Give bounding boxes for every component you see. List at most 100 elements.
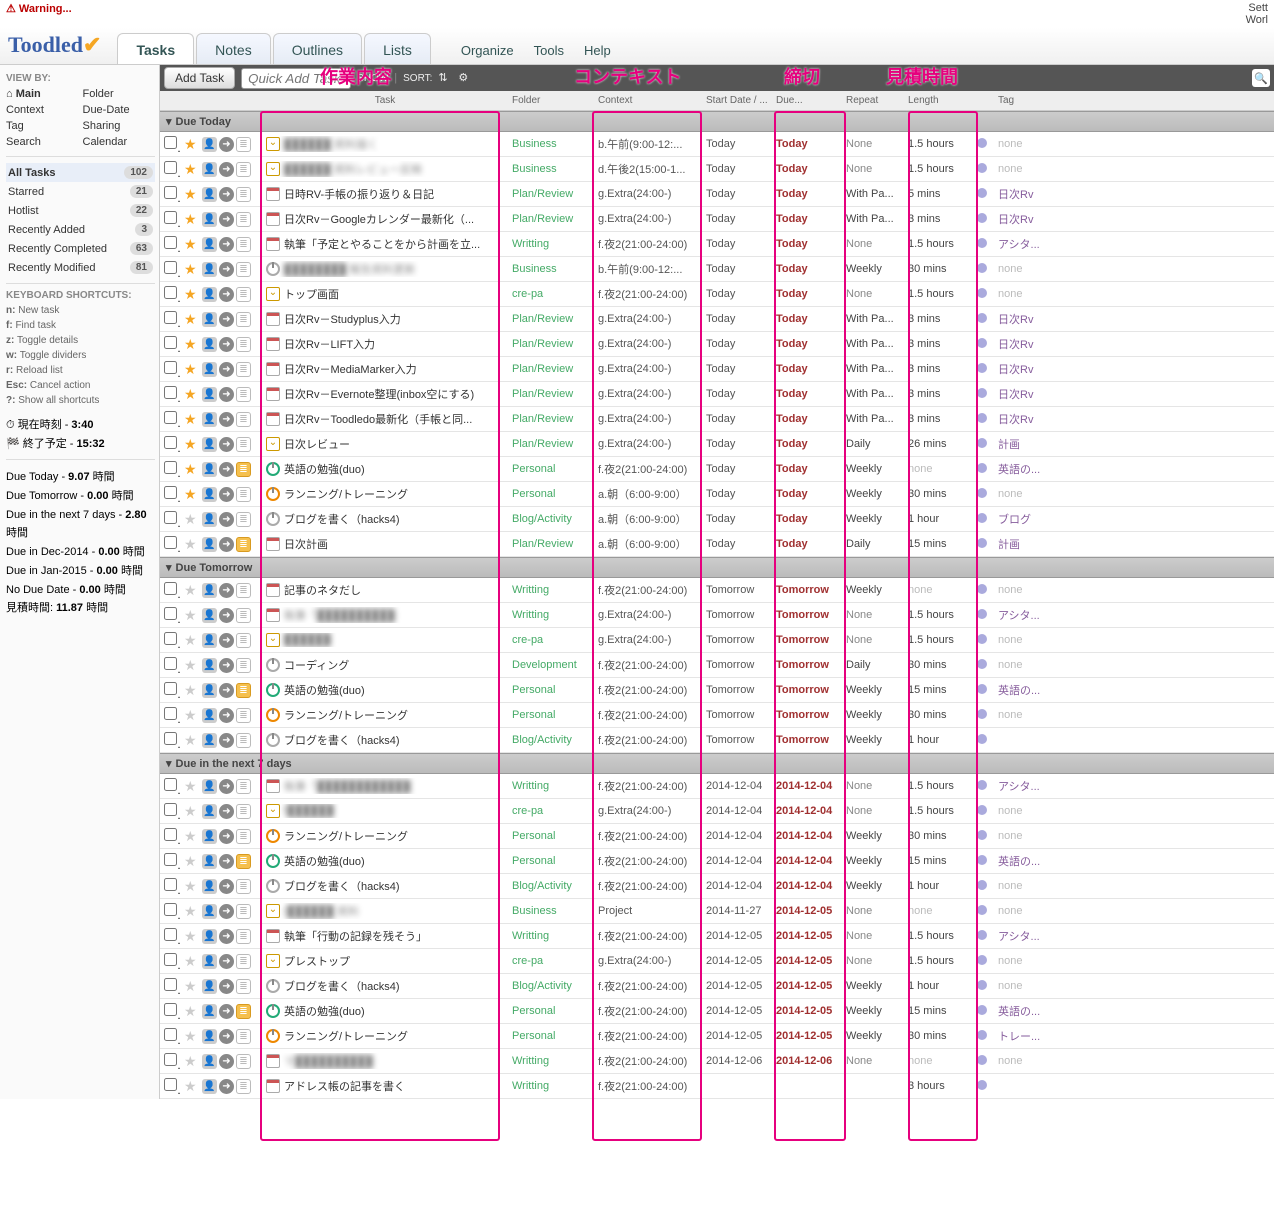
- task-due[interactable]: Today: [772, 413, 842, 425]
- col-start[interactable]: Start Date / ...: [702, 95, 772, 106]
- note-icon[interactable]: ≣: [236, 954, 251, 969]
- note-icon[interactable]: ≣: [236, 437, 251, 452]
- timer-dot-icon[interactable]: [977, 388, 987, 398]
- note-icon[interactable]: ≣: [236, 187, 251, 202]
- task-folder[interactable]: Plan/Review: [508, 188, 594, 200]
- viewby-due-date[interactable]: Due-Date: [83, 102, 156, 118]
- timer-dot-icon[interactable]: [977, 830, 987, 840]
- note-icon[interactable]: ≣: [236, 212, 251, 227]
- task-folder[interactable]: cre-pa: [508, 634, 594, 646]
- task-length[interactable]: 1 hour: [904, 513, 970, 525]
- star-icon[interactable]: ★: [180, 361, 198, 378]
- assign-icon[interactable]: 👤: [202, 979, 217, 994]
- task-start[interactable]: Today: [702, 188, 772, 200]
- task-context[interactable]: g.Extra(24:00-): [594, 338, 702, 350]
- task-repeat[interactable]: None: [842, 288, 904, 300]
- timer-dot-icon[interactable]: [977, 538, 987, 548]
- task-length[interactable]: none: [904, 905, 970, 917]
- task-start[interactable]: 2014-12-05: [702, 955, 772, 967]
- assign-icon[interactable]: 👤: [202, 733, 217, 748]
- note-icon[interactable]: ≣: [236, 337, 251, 352]
- task-start[interactable]: 2014-12-04: [702, 805, 772, 817]
- task-length[interactable]: 1.5 hours: [904, 163, 970, 175]
- task-repeat[interactable]: Weekly: [842, 684, 904, 696]
- task-length[interactable]: 1.5 hours: [904, 138, 970, 150]
- task-start[interactable]: Today: [702, 338, 772, 350]
- task-tag[interactable]: none: [994, 709, 1054, 721]
- task-context[interactable]: g.Extra(24:00-): [594, 188, 702, 200]
- task-due[interactable]: Today: [772, 538, 842, 550]
- task-due[interactable]: Today: [772, 188, 842, 200]
- task-tag[interactable]: none: [994, 955, 1054, 967]
- col-tag[interactable]: Tag: [994, 95, 1054, 106]
- assign-icon[interactable]: 👤: [202, 162, 217, 177]
- task-start[interactable]: Today: [702, 363, 772, 375]
- action-icon[interactable]: ➜: [219, 733, 234, 748]
- task-length[interactable]: 5 mins: [904, 188, 970, 200]
- task-length[interactable]: 15 mins: [904, 1005, 970, 1017]
- task-tag[interactable]: アシタ...: [994, 236, 1054, 252]
- task-tag[interactable]: none: [994, 805, 1054, 817]
- task-tag[interactable]: 計画: [994, 436, 1054, 452]
- task-due[interactable]: 2014-12-05: [772, 905, 842, 917]
- note-icon[interactable]: ≣: [236, 879, 251, 894]
- task-repeat[interactable]: Weekly: [842, 709, 904, 721]
- task-due[interactable]: Today: [772, 463, 842, 475]
- note-icon[interactable]: ≣: [236, 237, 251, 252]
- star-icon[interactable]: ★: [180, 1053, 198, 1070]
- task-repeat[interactable]: None: [842, 780, 904, 792]
- assign-icon[interactable]: 👤: [202, 1054, 217, 1069]
- action-icon[interactable]: ➜: [219, 1004, 234, 1019]
- complete-checkbox[interactable]: [164, 536, 177, 549]
- task-tag[interactable]: none: [994, 488, 1054, 500]
- complete-checkbox[interactable]: [164, 778, 177, 791]
- task-start[interactable]: 2014-12-05: [702, 930, 772, 942]
- assign-icon[interactable]: 👤: [202, 462, 217, 477]
- task-due[interactable]: Tomorrow: [772, 584, 842, 596]
- star-icon[interactable]: ★: [180, 582, 198, 599]
- task-context[interactable]: g.Extra(24:00-): [594, 213, 702, 225]
- complete-checkbox[interactable]: [164, 607, 177, 620]
- col-context[interactable]: Context: [594, 95, 702, 106]
- star-icon[interactable]: ★: [180, 1028, 198, 1045]
- note-icon[interactable]: ≣: [236, 804, 251, 819]
- note-icon[interactable]: ≣: [236, 904, 251, 919]
- task-tag[interactable]: none: [994, 634, 1054, 646]
- assign-icon[interactable]: 👤: [202, 387, 217, 402]
- task-context[interactable]: f.夜2(21:00-24:00): [594, 1028, 702, 1044]
- task-due[interactable]: Today: [772, 213, 842, 225]
- task-length[interactable]: 1.5 hours: [904, 805, 970, 817]
- task-start[interactable]: 2014-12-04: [702, 880, 772, 892]
- task-folder[interactable]: Development: [508, 659, 594, 671]
- timer-dot-icon[interactable]: [977, 684, 987, 694]
- action-icon[interactable]: ➜: [219, 608, 234, 623]
- task-folder[interactable]: cre-pa: [508, 955, 594, 967]
- task-start[interactable]: 2014-12-04: [702, 855, 772, 867]
- task-context[interactable]: b.午前(9:00-12:...: [594, 136, 702, 152]
- task-row[interactable]: ★👤➜≣日次レビューPlan/Reviewg.Extra(24:00-)Toda…: [160, 432, 1274, 457]
- task-row[interactable]: ★👤➜≣執筆「████████████Writtingf.夜2(21:00-24…: [160, 774, 1274, 799]
- complete-checkbox[interactable]: [164, 311, 177, 324]
- task-row[interactable]: ★👤➜≣コーディングDevelopmentf.夜2(21:00-24:00)To…: [160, 653, 1274, 678]
- task-tag[interactable]: 英語の...: [994, 1003, 1054, 1019]
- task-start[interactable]: Tomorrow: [702, 709, 772, 721]
- task-tag[interactable]: none: [994, 659, 1054, 671]
- action-icon[interactable]: ➜: [219, 137, 234, 152]
- note-icon[interactable]: ≣: [236, 633, 251, 648]
- filter-hotlist[interactable]: Hotlist22: [6, 201, 155, 220]
- tab-lists[interactable]: Lists: [364, 33, 431, 64]
- task-row[interactable]: ★👤➜≣日次Rv－MediaMarker入力Plan/Reviewg.Extra…: [160, 357, 1274, 382]
- task-length[interactable]: 1.5 hours: [904, 780, 970, 792]
- task-context[interactable]: f.夜2(21:00-24:00): [594, 1053, 702, 1069]
- star-icon[interactable]: ★: [180, 1078, 198, 1095]
- task-context[interactable]: f.夜2(21:00-24:00): [594, 878, 702, 894]
- task-row[interactable]: ★👤➜≣ブログを書く（hacks4)Blog/Activitya.朝（6:00-…: [160, 507, 1274, 532]
- task-repeat[interactable]: With Pa...: [842, 188, 904, 200]
- complete-checkbox[interactable]: [164, 486, 177, 499]
- task-length[interactable]: 30 mins: [904, 659, 970, 671]
- star-icon[interactable]: ★: [180, 486, 198, 503]
- task-start[interactable]: Today: [702, 163, 772, 175]
- task-repeat[interactable]: Weekly: [842, 980, 904, 992]
- action-icon[interactable]: ➜: [219, 979, 234, 994]
- note-icon[interactable]: ≣: [236, 829, 251, 844]
